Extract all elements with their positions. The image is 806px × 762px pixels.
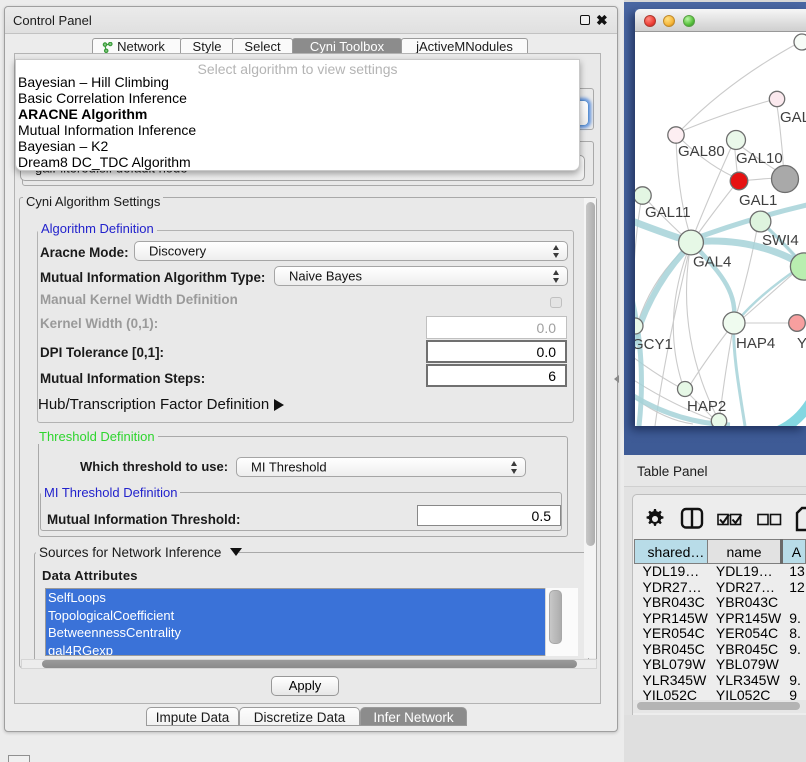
- svg-text:GAL1: GAL1: [739, 192, 777, 209]
- svg-text:GAL: GAL: [780, 109, 806, 126]
- svg-text:SWI4: SWI4: [762, 232, 799, 249]
- svg-text:GAL11: GAL11: [645, 204, 691, 221]
- svg-text:HAP4: HAP4: [736, 335, 775, 352]
- svg-text:HAP2: HAP2: [687, 398, 726, 415]
- svg-text:GCY1: GCY1: [635, 336, 673, 353]
- svg-text:GAL4: GAL4: [693, 254, 731, 271]
- svg-text:GAL80: GAL80: [678, 143, 725, 160]
- svg-text:GAL10: GAL10: [736, 150, 783, 167]
- svg-text:Y: Y: [797, 335, 806, 352]
